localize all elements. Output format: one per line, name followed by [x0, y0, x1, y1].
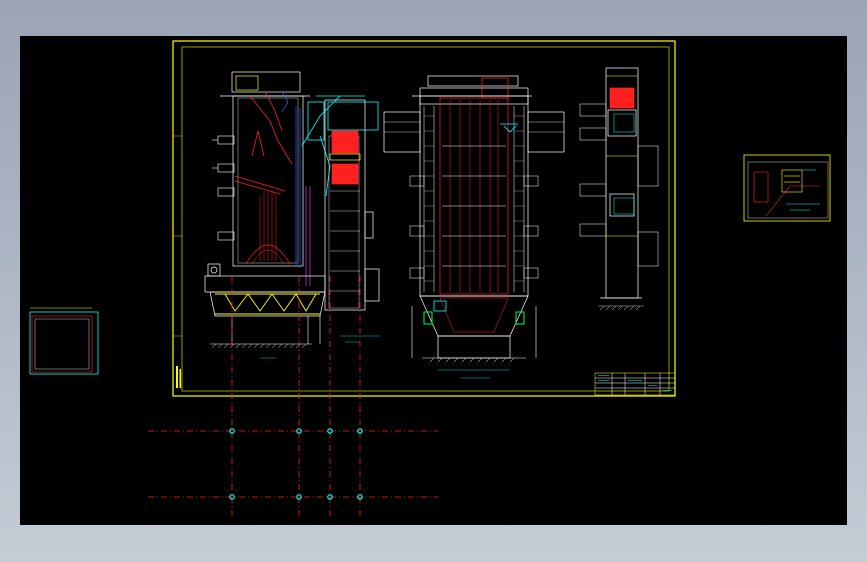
- detail-view-left[interactable]: [29, 307, 99, 375]
- title-block: [594, 372, 676, 396]
- detail-view-right[interactable]: [743, 154, 831, 222]
- boiler-side-section[interactable]: [204, 71, 380, 359]
- grid-nodes: [229, 428, 363, 500]
- cad-model-space-viewport[interactable]: [20, 36, 847, 525]
- boiler-rear-view[interactable]: [579, 67, 659, 311]
- boiler-front-section[interactable]: [383, 75, 565, 379]
- axis-grid: [148, 276, 438, 518]
